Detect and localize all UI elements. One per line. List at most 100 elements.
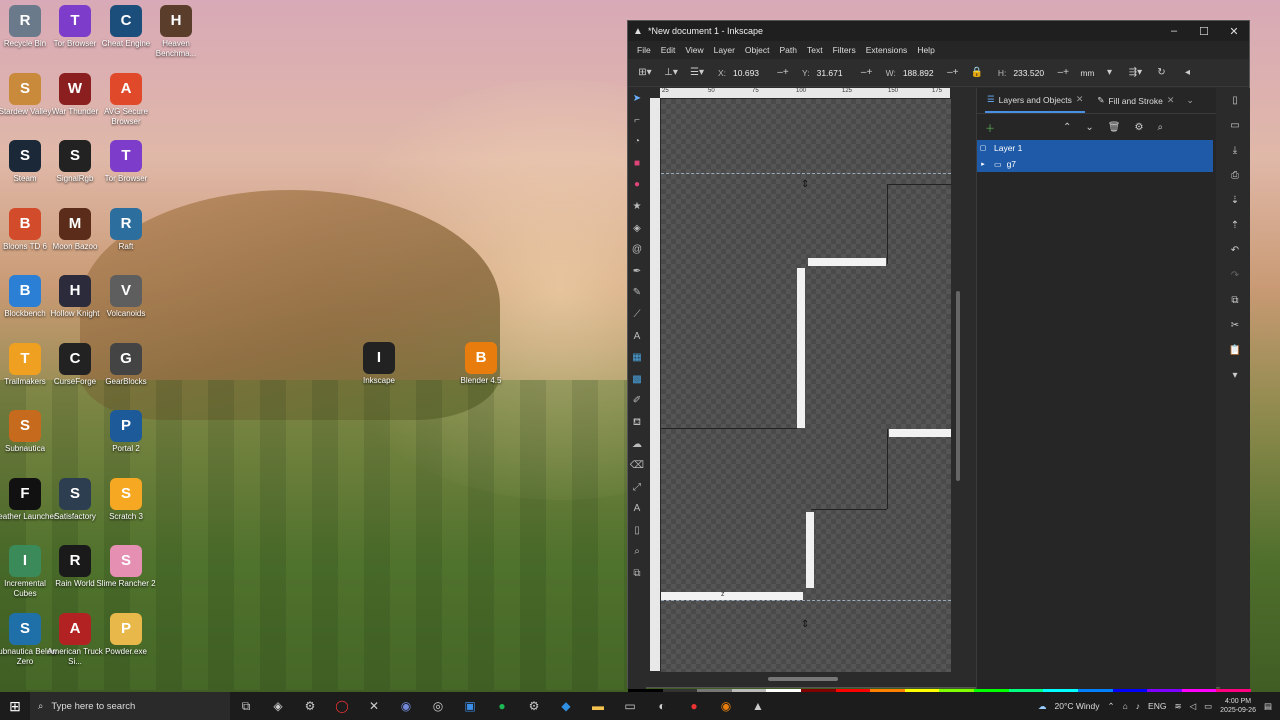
obs-icon[interactable]: ◐: [646, 699, 678, 713]
copy-icon[interactable]: ⧉: [1220, 288, 1250, 313]
unit-select[interactable]: mm: [1080, 68, 1094, 78]
gradient-tool-icon[interactable]: ▦: [628, 347, 646, 369]
menu-edit[interactable]: Edit: [656, 45, 681, 55]
desktop-icon-inkscape[interactable]: I Inkscape: [346, 342, 412, 386]
drawing-canvas[interactable]: z ⇕ ⇕: [661, 99, 951, 672]
search-icon[interactable]: ⌕: [1157, 122, 1163, 133]
lock-icon[interactable]: 🔒: [966, 64, 988, 82]
move-up-icon[interactable]: ⌃: [1063, 122, 1071, 133]
menu-path[interactable]: Path: [774, 45, 802, 55]
desktop-icon-subnautica[interactable]: S Subnautica: [0, 410, 58, 454]
more-commands-icon[interactable]: ▾: [1220, 363, 1250, 388]
menu-object[interactable]: Object: [740, 45, 775, 55]
notifications-icon[interactable]: ▤: [1264, 701, 1272, 712]
tab-layers-and-objects[interactable]: ☰ Layers and Objects ✕: [985, 88, 1086, 113]
clock[interactable]: 4:00 PM 2025-09-26: [1220, 697, 1256, 715]
y-input[interactable]: 31.671: [814, 68, 854, 78]
layer-row[interactable]: ▢ Layer 1: [977, 140, 1213, 156]
group-row[interactable]: ▸ ▭ g7: [977, 156, 1213, 172]
desktop-icon-raft[interactable]: R Raft: [93, 207, 159, 252]
new-document-icon[interactable]: ▯: [1220, 88, 1250, 113]
menu-file[interactable]: File: [632, 45, 656, 55]
windows-start-icon[interactable]: ⊞: [0, 698, 30, 715]
horizontal-scrollbar[interactable]: [768, 677, 838, 681]
language-indicator[interactable]: ENG: [1148, 701, 1166, 711]
eraser-tool-icon[interactable]: ⌫: [628, 455, 646, 477]
move-down-icon[interactable]: ⌄: [1085, 122, 1093, 133]
desktop-icon-portal[interactable]: P Portal 2: [93, 410, 159, 454]
h-stepper[interactable]: –+: [1054, 67, 1072, 78]
measure-tool-icon[interactable]: A: [628, 498, 646, 520]
opera-icon[interactable]: ◯: [326, 699, 358, 713]
sound-icon[interactable]: ◁: [1190, 701, 1197, 712]
chevron-down-icon[interactable]: ⌄: [1186, 95, 1194, 106]
vscode-icon[interactable]: ◆: [550, 699, 582, 713]
menu-filters[interactable]: Filters: [828, 45, 861, 55]
x-stepper[interactable]: –+: [774, 67, 792, 78]
pages-tool-icon[interactable]: ▯: [628, 520, 646, 542]
desktop-icon-scratch[interactable]: S Scratch 3: [93, 477, 159, 522]
wifi-icon[interactable]: ≋: [1174, 701, 1181, 712]
menu-view[interactable]: View: [680, 45, 708, 55]
steam-icon[interactable]: ◎: [422, 699, 454, 713]
settings-gear-icon[interactable]: ⚙: [1134, 122, 1143, 133]
cut-icon[interactable]: ✂: [1220, 313, 1250, 338]
print-icon[interactable]: ⎙: [1220, 163, 1250, 188]
expand-arrow-icon[interactable]: ▸: [977, 160, 989, 168]
y-stepper[interactable]: –+: [858, 67, 876, 78]
unit-dropdown-icon[interactable]: ▾: [1099, 64, 1121, 82]
close-button[interactable]: ✕: [1219, 25, 1249, 38]
settings-icon[interactable]: ⚙: [294, 699, 326, 713]
store-icon[interactable]: ▣: [454, 699, 486, 713]
paint-bucket-tool-icon[interactable]: ⛾: [628, 412, 646, 434]
desktop-icon-tor[interactable]: T Tor Browser: [93, 140, 159, 184]
capcut-icon[interactable]: ✕: [358, 699, 390, 713]
spray-tool-icon[interactable]: ☁: [628, 434, 646, 456]
mesh-tool-icon[interactable]: ▩: [628, 369, 646, 391]
dropper-tool-icon[interactable]: ✐: [628, 390, 646, 412]
desktop-icon-slime[interactable]: S Slime Rancher 2: [93, 545, 159, 589]
tweak-tool-icon[interactable]: ◔: [628, 131, 646, 153]
inkscape-icon[interactable]: ▲: [742, 699, 774, 713]
box3d-tool-icon[interactable]: ◈: [628, 218, 646, 240]
recorder-icon[interactable]: ●: [678, 699, 710, 713]
redo-icon[interactable]: ↷: [1220, 263, 1250, 288]
vertical-scrollbar[interactable]: [956, 291, 960, 481]
spotify-icon[interactable]: ●: [486, 699, 518, 713]
minimize-button[interactable]: –: [1159, 25, 1189, 37]
undo-icon[interactable]: ↶: [1220, 238, 1250, 263]
h-input[interactable]: 233.520: [1010, 68, 1050, 78]
text-tool-icon[interactable]: A: [628, 326, 646, 348]
rotate-icon[interactable]: ↻: [1151, 64, 1173, 82]
delete-icon[interactable]: 🗑: [1108, 122, 1121, 133]
cheat-engine-icon[interactable]: ⚙: [518, 699, 550, 713]
select-all-icon[interactable]: ⊞▾: [634, 64, 656, 82]
desktop-icon-heaven[interactable]: H Heaven Benchma...: [143, 5, 209, 59]
import-icon[interactable]: ⇣: [1220, 188, 1250, 213]
copilot-icon[interactable]: ◈: [262, 699, 294, 713]
rectangle-tool-icon[interactable]: ■: [628, 153, 646, 175]
task-view-icon[interactable]: ⧉: [230, 699, 262, 714]
close-tab-icon[interactable]: ✕: [1167, 95, 1175, 106]
document-tool-icon[interactable]: ⧉: [628, 563, 646, 585]
discord-icon[interactable]: ◉: [390, 699, 422, 713]
open-icon[interactable]: ▭: [1220, 113, 1250, 138]
menu-layer[interactable]: Layer: [709, 45, 740, 55]
chevron-up-icon[interactable]: ⌃: [1108, 701, 1115, 712]
terminal-icon[interactable]: ▭: [614, 699, 646, 713]
network-icon[interactable]: ⌂: [1123, 701, 1128, 711]
battery-icon[interactable]: ▭: [1204, 701, 1212, 712]
calligraphy-tool-icon[interactable]: ⟋: [628, 304, 646, 326]
volume-icon[interactable]: ♪: [1136, 701, 1140, 711]
desktop-icon-blender[interactable]: B Blender 4.5: [448, 342, 514, 386]
distribute-icon[interactable]: ☰▾: [686, 64, 708, 82]
taskbar-search-box[interactable]: ⌕ Type here to search: [30, 692, 230, 720]
w-input[interactable]: 188.892: [900, 68, 940, 78]
zoom-tool-icon[interactable]: ⌕: [628, 541, 646, 563]
ellipse-tool-icon[interactable]: ●: [628, 174, 646, 196]
save-icon[interactable]: ⤓: [1220, 138, 1250, 163]
node-tool-icon[interactable]: ⌐: [628, 110, 646, 132]
menu-extensions[interactable]: Extensions: [861, 45, 913, 55]
desktop-icon-gearblocks[interactable]: G GearBlocks: [93, 342, 159, 387]
resize-handle-icon[interactable]: ⇕: [801, 179, 809, 190]
